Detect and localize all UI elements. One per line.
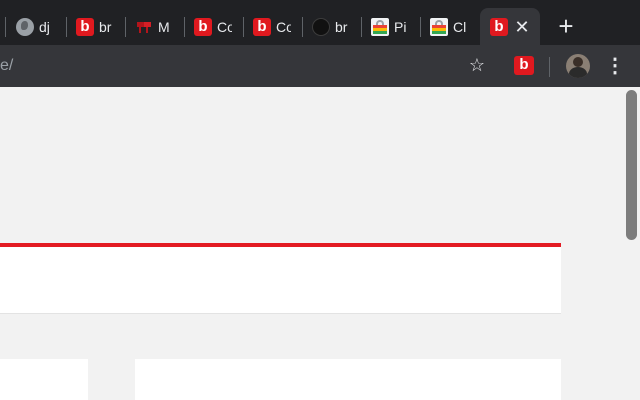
- tab-label: Cl: [453, 19, 467, 35]
- profile-avatar[interactable]: [566, 54, 590, 78]
- close-tab-icon[interactable]: ✕: [512, 17, 532, 37]
- extension-b-icon[interactable]: b: [514, 56, 534, 75]
- page-viewport: [0, 87, 640, 400]
- content-card-right: [135, 359, 561, 400]
- tab-separator: [66, 17, 67, 37]
- shopping-bag-icon: [430, 18, 448, 36]
- tab-active[interactable]: b ✕: [480, 8, 540, 45]
- red-flag-icon: [137, 22, 151, 33]
- dark-circle-icon: [312, 18, 330, 36]
- tab-separator: [184, 17, 185, 37]
- b-logo-icon: b: [194, 18, 212, 36]
- new-tab-button[interactable]: +: [553, 12, 579, 40]
- tab-label: br: [335, 19, 348, 35]
- tab-m[interactable]: M: [125, 8, 184, 45]
- header-panel: [0, 247, 561, 314]
- tab-co-1[interactable]: b Co: [184, 8, 243, 45]
- bookmark-star-icon[interactable]: ☆: [466, 54, 488, 76]
- b-logo-icon: b: [76, 18, 94, 36]
- shopping-bag-icon: [371, 18, 389, 36]
- tab-label: Pi: [394, 19, 407, 35]
- tab-br[interactable]: b br: [66, 8, 125, 45]
- tab-label: br: [99, 19, 112, 35]
- tab-strip: dj b br M b Co b Co br Pi Cl b ✕ +: [0, 0, 640, 45]
- toolbar-separator: [549, 57, 550, 77]
- tab-dj[interactable]: dj: [6, 8, 66, 45]
- tab-separator: [361, 17, 362, 37]
- tab-label: dj: [39, 19, 50, 35]
- tab-br-2[interactable]: br: [302, 8, 361, 45]
- kebab-menu-icon[interactable]: ⋮: [605, 54, 625, 78]
- globe-icon: [16, 18, 34, 36]
- tab-co-2[interactable]: b Co: [243, 8, 302, 45]
- scrollbar-thumb[interactable]: [626, 90, 637, 240]
- b-logo-icon: b: [490, 18, 508, 36]
- content-card-left: [0, 359, 88, 400]
- address-bar-text[interactable]: e/: [0, 57, 13, 75]
- tab-label: M: [158, 19, 170, 35]
- tab-label: Co: [276, 19, 291, 35]
- browser-toolbar: e/ ☆ b ⋮: [0, 45, 640, 87]
- tab-separator: [302, 17, 303, 37]
- tab-separator: [420, 17, 421, 37]
- tab-separator: [243, 17, 244, 37]
- b-logo-icon: b: [253, 18, 271, 36]
- tab-separator: [125, 17, 126, 37]
- tab-pi[interactable]: Pi: [361, 8, 420, 45]
- tab-cl[interactable]: Cl: [420, 8, 479, 45]
- tab-label: Co: [217, 19, 232, 35]
